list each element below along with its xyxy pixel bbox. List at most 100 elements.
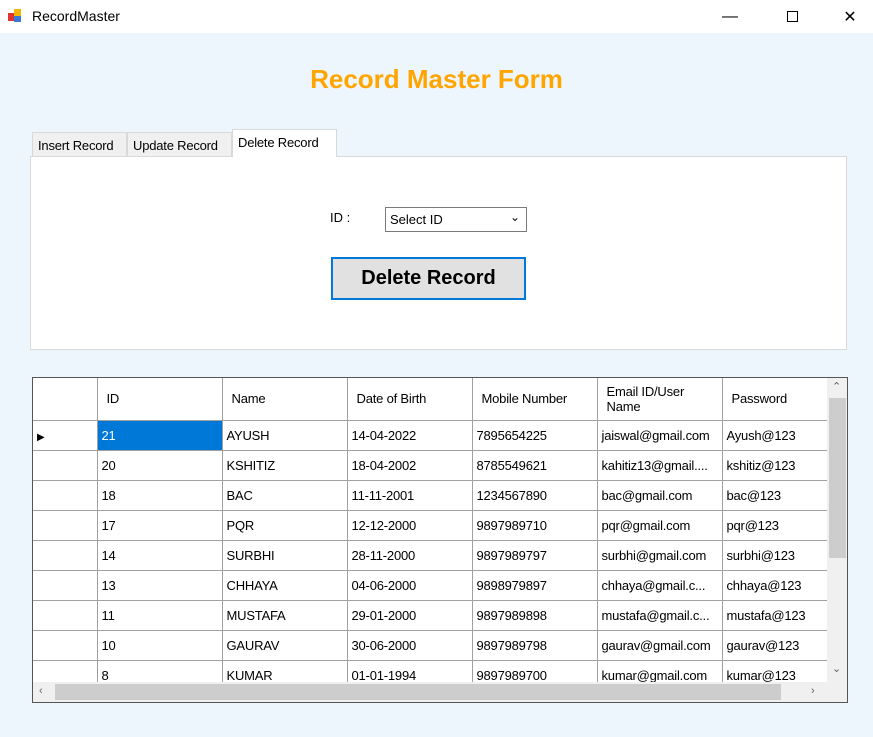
- records-table: ID Name Date of Birth Mobile Number Email ID…: [33, 378, 828, 691]
- delete-record-panel: [30, 156, 847, 350]
- table-cell[interactable]: mustafa@gmail.c...: [596, 599, 723, 631]
- app-icon: [8, 9, 21, 22]
- close-icon: ✕: [843, 8, 857, 26]
- maximize-icon: [786, 11, 798, 22]
- table-row[interactable]: 13 CHHAYA 04-06-2000 9898979897 chhaya@gmail…: [33, 569, 828, 601]
- table-cell[interactable]: 10: [96, 629, 223, 661]
- id-label: ID :: [330, 210, 351, 225]
- table-cell[interactable]: BAC: [221, 479, 348, 511]
- table-row[interactable]: 18 BAC 11-11-2001 1234567890 bac@gmail.com ba…: [33, 479, 828, 511]
- tab-update-record[interactable]: Update Record: [127, 132, 232, 157]
- table-cell[interactable]: mustafa@123: [721, 599, 828, 631]
- column-header[interactable]: ID: [96, 378, 223, 421]
- table-cell[interactable]: 13: [96, 569, 223, 601]
- table-cell[interactable]: bac@gmail.com: [596, 479, 723, 511]
- id-select[interactable]: Select ID ⌄: [385, 207, 527, 232]
- id-select-value: Select ID: [390, 212, 443, 227]
- table-row[interactable]: 11 MUSTAFA 29-01-2000 9897989898 mustafa@gma…: [33, 599, 828, 631]
- form-title: Record Master Form: [310, 64, 563, 94]
- scroll-right-icon[interactable]: ›: [811, 685, 815, 697]
- row-header[interactable]: [33, 599, 98, 631]
- table-row[interactable]: 17 PQR 12-12-2000 9897989710 pqr@gmail.com pq…: [33, 509, 828, 541]
- table-cell[interactable]: 12-12-2000: [346, 509, 473, 541]
- table-cell[interactable]: GAURAV: [221, 629, 348, 661]
- scroll-up-icon[interactable]: ⌃: [832, 380, 841, 393]
- horizontal-scrollbar[interactable]: ‹ ›: [33, 682, 847, 702]
- table-cell[interactable]: SURBHI: [221, 539, 348, 571]
- vertical-scrollbar[interactable]: ⌃ ⌄: [827, 378, 847, 683]
- row-header[interactable]: [33, 569, 98, 601]
- delete-record-button[interactable]: Delete Record: [331, 257, 526, 300]
- table-cell[interactable]: gaurav@gmail.com: [596, 629, 723, 661]
- table-cell[interactable]: bac@123: [721, 479, 828, 511]
- table-cell[interactable]: 9897989710: [471, 509, 598, 541]
- table-row[interactable]: 14 SURBHI 28-11-2000 9897989797 surbhi@gmail…: [33, 539, 828, 571]
- current-row-icon: ▶: [37, 431, 45, 443]
- minimize-icon: —: [722, 7, 738, 25]
- table-cell[interactable]: 9897989797: [471, 539, 598, 571]
- table-cell[interactable]: 18-04-2002: [346, 449, 473, 481]
- tab-insert-record[interactable]: Insert Record: [32, 132, 127, 157]
- row-header-corner: [33, 378, 98, 421]
- horizontal-scroll-thumb[interactable]: [55, 684, 781, 700]
- close-button[interactable]: ✕: [827, 0, 873, 33]
- table-cell[interactable]: 9898979897: [471, 569, 598, 601]
- table-cell[interactable]: kshitiz@123: [721, 449, 828, 481]
- chevron-down-icon: ⌄: [509, 210, 520, 224]
- table-cell[interactable]: KSHITIZ: [221, 449, 348, 481]
- table-cell[interactable]: 18: [96, 479, 223, 511]
- table-row[interactable]: 20 KSHITIZ 18-04-2002 8785549621 kahitiz13@g…: [33, 449, 828, 481]
- table-row[interactable]: ▶ 21 AYUSH 14-04-2022 7895654225 jaiswal@gmai…: [33, 419, 828, 451]
- table-cell[interactable]: chhaya@123: [721, 569, 828, 601]
- table-cell[interactable]: 9897989798: [471, 629, 598, 661]
- column-header[interactable]: Email ID/User Name: [596, 378, 723, 421]
- table-cell[interactable]: 11-11-2001: [346, 479, 473, 511]
- records-grid[interactable]: ID Name Date of Birth Mobile Number Email ID…: [32, 377, 848, 703]
- row-header[interactable]: [33, 449, 98, 481]
- table-cell[interactable]: 14-04-2022: [346, 419, 473, 451]
- table-cell[interactable]: gaurav@123: [721, 629, 828, 661]
- scroll-down-icon[interactable]: ⌄: [832, 662, 841, 675]
- table-cell[interactable]: CHHAYA: [221, 569, 348, 601]
- table-cell[interactable]: 9897989898: [471, 599, 598, 631]
- table-cell[interactable]: kahitiz13@gmail....: [596, 449, 723, 481]
- row-header[interactable]: [33, 629, 98, 661]
- table-cell[interactable]: 28-11-2000: [346, 539, 473, 571]
- table-cell[interactable]: AYUSH: [221, 419, 348, 451]
- table-cell[interactable]: 30-06-2000: [346, 629, 473, 661]
- scroll-left-icon[interactable]: ‹: [39, 685, 43, 697]
- column-header[interactable]: Date of Birth: [346, 378, 473, 421]
- tab-delete-record[interactable]: Delete Record: [232, 129, 337, 157]
- row-header[interactable]: [33, 509, 98, 541]
- maximize-button[interactable]: [769, 0, 815, 33]
- title-bar: RecordMaster — ✕: [0, 0, 873, 33]
- table-cell[interactable]: pqr@123: [721, 509, 828, 541]
- table-cell[interactable]: MUSTAFA: [221, 599, 348, 631]
- table-cell[interactable]: 04-06-2000: [346, 569, 473, 601]
- vertical-scroll-thumb[interactable]: [829, 398, 846, 558]
- table-cell[interactable]: PQR: [221, 509, 348, 541]
- column-header[interactable]: Mobile Number: [471, 378, 598, 421]
- table-cell[interactable]: chhaya@gmail.c...: [596, 569, 723, 601]
- table-cell[interactable]: 17: [96, 509, 223, 541]
- table-cell[interactable]: Ayush@123: [721, 419, 828, 451]
- row-header[interactable]: [33, 479, 98, 511]
- table-cell[interactable]: 8785549621: [471, 449, 598, 481]
- table-row[interactable]: 10 GAURAV 30-06-2000 9897989798 gaurav@gmail…: [33, 629, 828, 661]
- table-cell[interactable]: surbhi@123: [721, 539, 828, 571]
- table-cell[interactable]: surbhi@gmail.com: [596, 539, 723, 571]
- column-header[interactable]: Name: [221, 378, 348, 421]
- table-cell[interactable]: 7895654225: [471, 419, 598, 451]
- minimize-button[interactable]: —: [707, 0, 753, 33]
- table-cell[interactable]: 21: [96, 419, 223, 451]
- table-cell[interactable]: pqr@gmail.com: [596, 509, 723, 541]
- table-cell[interactable]: 1234567890: [471, 479, 598, 511]
- row-header[interactable]: ▶: [33, 419, 98, 451]
- table-cell[interactable]: 20: [96, 449, 223, 481]
- row-header[interactable]: [33, 539, 98, 571]
- table-cell[interactable]: jaiswal@gmail.com: [596, 419, 723, 451]
- column-header[interactable]: Password: [721, 378, 828, 421]
- table-cell[interactable]: 29-01-2000: [346, 599, 473, 631]
- table-cell[interactable]: 14: [96, 539, 223, 571]
- table-cell[interactable]: 11: [96, 599, 223, 631]
